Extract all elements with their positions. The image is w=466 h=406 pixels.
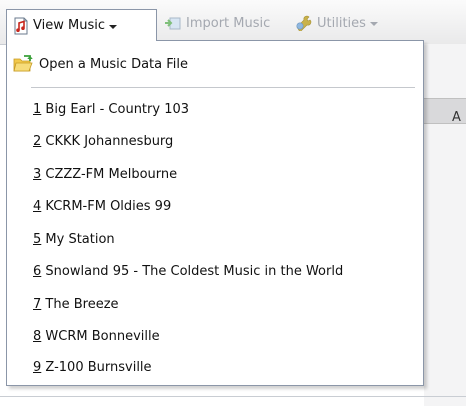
station-name: CKKK Johannesburg bbox=[41, 134, 174, 149]
import-music-label: Import Music bbox=[186, 15, 271, 31]
open-folder-icon bbox=[13, 55, 33, 73]
toolbar: View Music Import Music Utilities bbox=[0, 0, 466, 45]
station-name: WCRM Bonneville bbox=[41, 329, 160, 344]
menu-separator bbox=[31, 87, 415, 88]
open-music-data-file-item[interactable]: Open a Music Data File bbox=[13, 51, 188, 77]
view-music-label: View Music bbox=[33, 18, 105, 33]
station-name: CZZZ-FM Melbourne bbox=[41, 167, 178, 182]
chevron-down-icon bbox=[369, 22, 378, 26]
station-item-3[interactable]: 3 CZZZ-FM Melbourne bbox=[33, 164, 177, 186]
background-partial-text: A bbox=[452, 110, 461, 125]
station-item-5[interactable]: 5 My Station bbox=[33, 229, 115, 251]
station-item-9[interactable]: 9 Z-100 Burnsville bbox=[33, 357, 152, 379]
station-name: Z-100 Burnsville bbox=[41, 360, 152, 375]
view-music-button[interactable]: View Music bbox=[6, 9, 157, 41]
utilities-button[interactable]: Utilities bbox=[295, 9, 378, 37]
station-name: My Station bbox=[41, 232, 115, 247]
station-item-7[interactable]: 7 The Breeze bbox=[33, 294, 119, 316]
open-music-data-file-label: Open a Music Data File bbox=[39, 56, 188, 72]
station-name: KCRM-FM Oldies 99 bbox=[41, 199, 172, 214]
station-item-1[interactable]: 1 Big Earl - Country 103 bbox=[33, 99, 189, 121]
station-name: Snowland 95 - The Coldest Music in the W… bbox=[41, 264, 344, 279]
music-note-document-icon bbox=[13, 17, 29, 35]
import-arrow-icon bbox=[164, 15, 182, 31]
view-music-dropdown-menu: Open a Music Data File 1 Big Earl - Coun… bbox=[6, 40, 424, 386]
utilities-label: Utilities bbox=[317, 15, 366, 31]
chevron-down-icon bbox=[108, 24, 117, 29]
station-item-4[interactable]: 4 KCRM-FM Oldies 99 bbox=[33, 196, 171, 218]
import-music-button[interactable]: Import Music bbox=[164, 9, 270, 37]
utilities-icon bbox=[295, 15, 313, 31]
station-item-8[interactable]: 8 WCRM Bonneville bbox=[33, 326, 160, 348]
station-item-6[interactable]: 6 Snowland 95 - The Coldest Music in the… bbox=[33, 261, 343, 283]
bottom-divider bbox=[0, 396, 466, 397]
station-name: Big Earl - Country 103 bbox=[41, 102, 190, 117]
station-name: The Breeze bbox=[41, 297, 119, 312]
station-item-2[interactable]: 2 CKKK Johannesburg bbox=[33, 131, 173, 153]
